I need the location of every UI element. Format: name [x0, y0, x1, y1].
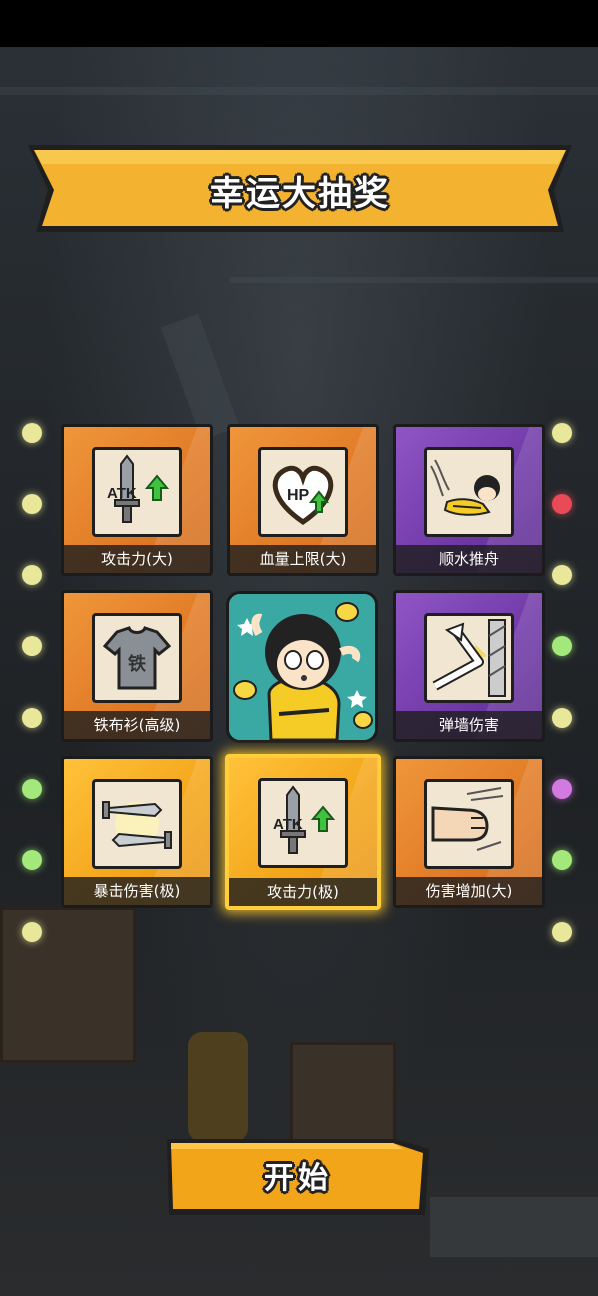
card-label: 暴击伤害(极): [64, 877, 210, 905]
background-beam: [0, 87, 598, 95]
light-dot: [22, 565, 42, 585]
background-crate: [430, 1197, 598, 1257]
title-banner: 幸运大抽奖: [28, 140, 572, 240]
card-label: 顺水推舟: [396, 545, 542, 573]
reward-card-attack-extreme[interactable]: ATK 攻击力(极): [225, 754, 381, 910]
light-dot: [552, 708, 572, 728]
background-bollard: [188, 1032, 248, 1142]
iron-shirt-icon: 铁: [92, 613, 182, 703]
iron-shirt-char: 铁: [128, 653, 146, 675]
start-button[interactable]: 开始: [163, 1135, 433, 1220]
light-dot: [552, 636, 572, 656]
reward-card-iron-shirt[interactable]: 铁 铁布衫(高级): [61, 590, 213, 742]
atk-sword-icon: ATK: [258, 778, 348, 868]
reward-card-hp-large[interactable]: HP 血量上限(大): [227, 424, 379, 576]
reward-card-wall-bounce[interactable]: 弹墙伤害: [393, 590, 545, 742]
wall-bounce-icon: [424, 613, 514, 703]
atk-sword-icon: ATK: [92, 447, 182, 537]
background-crate: [290, 1042, 396, 1148]
card-label: 伤害增加(大): [396, 877, 542, 905]
card-label: 攻击力(大): [64, 545, 210, 573]
atk-text: ATK: [107, 485, 137, 502]
character-portrait: [226, 591, 378, 743]
card-label: 弹墙伤害: [396, 711, 542, 739]
status-bar: [0, 0, 598, 47]
light-dot: [22, 494, 42, 514]
light-dot: [552, 850, 572, 870]
light-dot: [22, 779, 42, 799]
hp-heart-icon: HP: [258, 447, 348, 537]
light-dot: [552, 922, 572, 942]
fist-punch-icon: [424, 779, 514, 869]
light-dot: [22, 636, 42, 656]
background-beam: [160, 313, 240, 441]
card-label: 攻击力(极): [229, 878, 377, 906]
light-dot: [22, 850, 42, 870]
reward-card-damage-increase[interactable]: 伤害增加(大): [393, 756, 545, 908]
background-beam: [230, 277, 598, 283]
reward-card-attack-large[interactable]: ATK 攻击力(大): [61, 424, 213, 576]
card-label: 血量上限(大): [230, 545, 376, 573]
background-crate: [0, 907, 136, 1063]
light-dot: [22, 423, 42, 443]
atk-text: ATK: [273, 816, 303, 833]
page-title: 幸运大抽奖: [210, 174, 390, 214]
light-dot: [552, 779, 572, 799]
reward-card-crit-damage[interactable]: 暴击伤害(极): [61, 756, 213, 908]
light-dot: [22, 708, 42, 728]
sliding-kid-icon: [424, 447, 514, 537]
start-button-label: 开始: [264, 1161, 332, 1196]
light-dot: [22, 922, 42, 942]
hp-text: HP: [287, 487, 310, 504]
crossed-swords-icon: [92, 779, 182, 869]
light-dot: [552, 423, 572, 443]
light-dot: [552, 565, 572, 585]
card-label: 铁布衫(高级): [64, 711, 210, 739]
light-dot: [552, 494, 572, 514]
reward-card-go-with-flow[interactable]: 顺水推舟: [393, 424, 545, 576]
